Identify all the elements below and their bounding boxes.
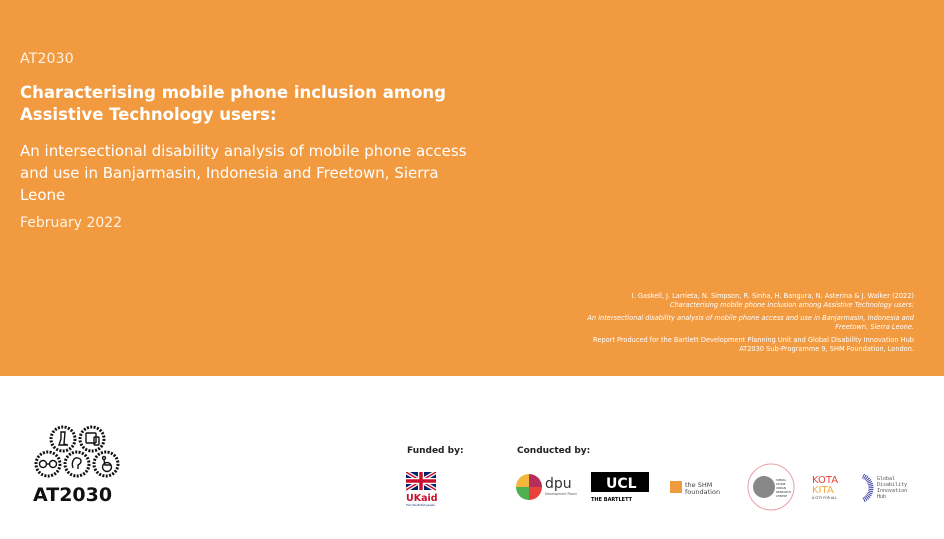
citation-authors: I. Gaskell, J. Larrieta, N. Simpson, R. … xyxy=(631,292,890,300)
dpu-logo: dpu Development Planning Unit xyxy=(515,471,589,505)
cover-hero: AT2030 Characterising mobile phone inclu… xyxy=(0,0,944,376)
at2030-wordmark: AT2030 xyxy=(33,484,112,505)
citation-authors-line: I. Gaskell, J. Larrieta, N. Simpson, R. … xyxy=(584,292,914,309)
svg-text:Development Planning Unit: Development Planning Unit xyxy=(545,492,577,496)
gdi-hub-logo: Global Disability Innovation Hub xyxy=(861,473,921,503)
dpu-wordmark: dpu xyxy=(545,476,572,492)
report-date: February 2022 xyxy=(20,215,123,231)
at2030-logo: AT2030 xyxy=(30,425,130,505)
svg-text:A CITY FOR ALL: A CITY FOR ALL xyxy=(812,496,837,500)
citation-year: (2022) xyxy=(892,292,914,300)
ukaid-wordmark: UKaid xyxy=(406,493,438,504)
citation-block: I. Gaskell, J. Larrieta, N. Simpson, R. … xyxy=(584,292,914,359)
citation-subtitle: An intersectional disability analysis of… xyxy=(587,314,914,331)
svg-text:CENTRE: CENTRE xyxy=(776,494,787,498)
report-title: Characterising mobile phone inclusion am… xyxy=(20,83,446,124)
kota-kita-logo: KOTA KITA A CITY FOR ALL xyxy=(812,473,852,503)
citation-report-note: Report Produced for the Bartlett Develop… xyxy=(593,336,914,353)
svg-text:foundation: foundation xyxy=(685,488,720,496)
phone-tablet-icon xyxy=(78,425,106,453)
wheelchair-icon xyxy=(92,450,120,478)
citation-title: Characterising mobile phone inclusion am… xyxy=(670,300,914,309)
slurc-logo: SIERRA LEONE URBAN RESEARCH CENTRE xyxy=(746,462,796,512)
ukaid-logo: UKaid from the British people xyxy=(404,470,438,508)
conducted-by-label: Conducted by: xyxy=(517,446,591,456)
hearing-aid-icon xyxy=(63,450,91,478)
ucl-bartlett-logo: UCL THE BARTLETT xyxy=(591,472,649,504)
series-label: AT2030 xyxy=(20,51,74,67)
ucl-wordmark: UCL xyxy=(606,476,637,492)
prosthetic-leg-icon xyxy=(49,425,77,453)
shm-foundation-logo: the SHM foundation xyxy=(670,477,730,499)
funded-by-label: Funded by: xyxy=(407,446,464,456)
svg-text:from the British people: from the British people xyxy=(406,503,435,507)
svg-text:Hub: Hub xyxy=(877,494,886,500)
svg-text:KITA: KITA xyxy=(812,485,834,496)
svg-text:THE BARTLETT: THE BARTLETT xyxy=(591,497,633,503)
report-subtitle: An intersectional disability analysis of… xyxy=(20,142,467,204)
